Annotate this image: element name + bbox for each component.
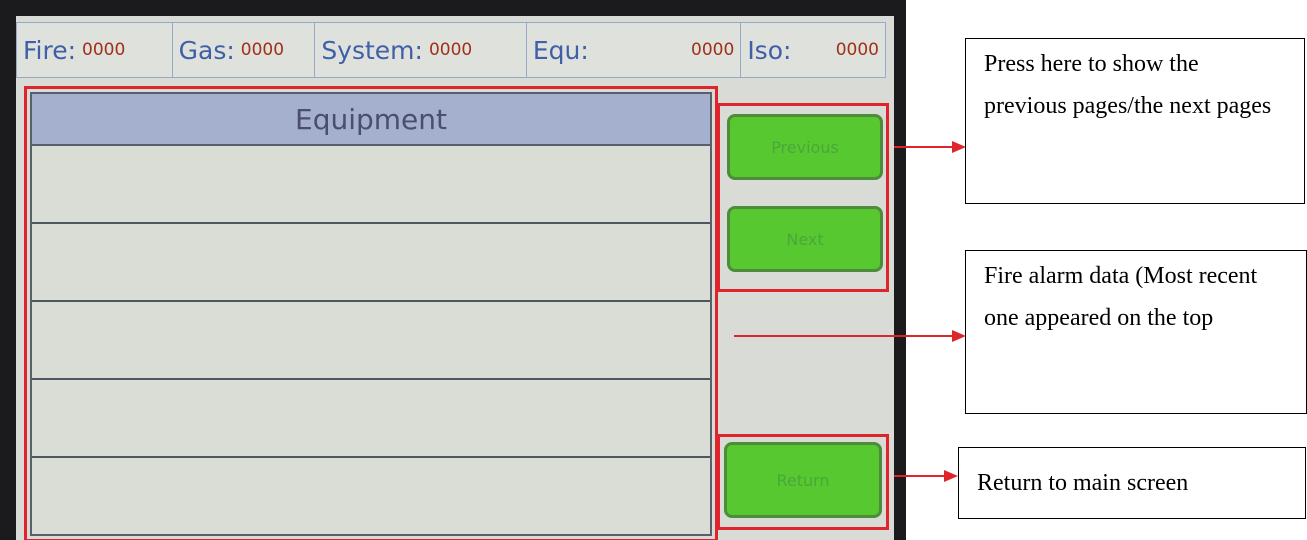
arrow-to-fire-callout [734, 330, 966, 342]
table-header: Equipment [32, 94, 710, 146]
pages-callout: Press here to show the previous pages/th… [965, 38, 1305, 204]
equ-counter: Equ: 0000 [527, 23, 742, 77]
return-highlight: Return [717, 434, 889, 530]
fire-count: 0000 [82, 40, 126, 60]
system-counter: System: 0000 [315, 23, 527, 77]
table-title: Equipment [295, 102, 447, 136]
table-row[interactable] [32, 224, 710, 302]
equ-count: 0000 [691, 40, 735, 60]
return-callout: Return to main screen [958, 447, 1306, 519]
fire-counter: Fire: 0000 [17, 23, 173, 77]
next-button[interactable]: Next [727, 206, 883, 272]
arrow-to-pages-callout [894, 141, 966, 153]
page-nav-highlight: Previous Next [717, 103, 889, 292]
previous-button[interactable]: Previous [727, 114, 883, 180]
gas-counter: Gas: 0000 [173, 23, 316, 77]
table-row[interactable] [32, 458, 710, 536]
equipment-table: Equipment [30, 92, 712, 536]
system-label: System: [321, 35, 423, 65]
table-row[interactable] [32, 380, 710, 458]
iso-label: Iso: [747, 35, 792, 65]
equ-label: Equ: [532, 35, 589, 65]
hmi-screen: Fire: 0000 Gas: 0000 System: 0000 Equ: 0… [16, 16, 894, 540]
iso-count: 0000 [835, 40, 879, 60]
fire-label: Fire: [23, 35, 77, 65]
gas-count: 0000 [240, 40, 285, 60]
table-row[interactable] [32, 146, 710, 224]
equipment-table-highlight: Equipment [24, 86, 718, 540]
status-bar: Fire: 0000 Gas: 0000 System: 0000 Equ: 0… [16, 22, 886, 78]
return-button[interactable]: Return [724, 442, 882, 518]
system-count: 0000 [428, 40, 473, 60]
gas-label: Gas: [178, 35, 235, 65]
iso-counter: Iso: 0000 [741, 23, 885, 77]
table-row[interactable] [32, 302, 710, 380]
fire-data-callout: Fire alarm data (Most recent one appeare… [965, 250, 1307, 414]
device-bezel: Fire: 0000 Gas: 0000 System: 0000 Equ: 0… [0, 0, 906, 540]
arrow-to-return-callout [894, 470, 958, 482]
